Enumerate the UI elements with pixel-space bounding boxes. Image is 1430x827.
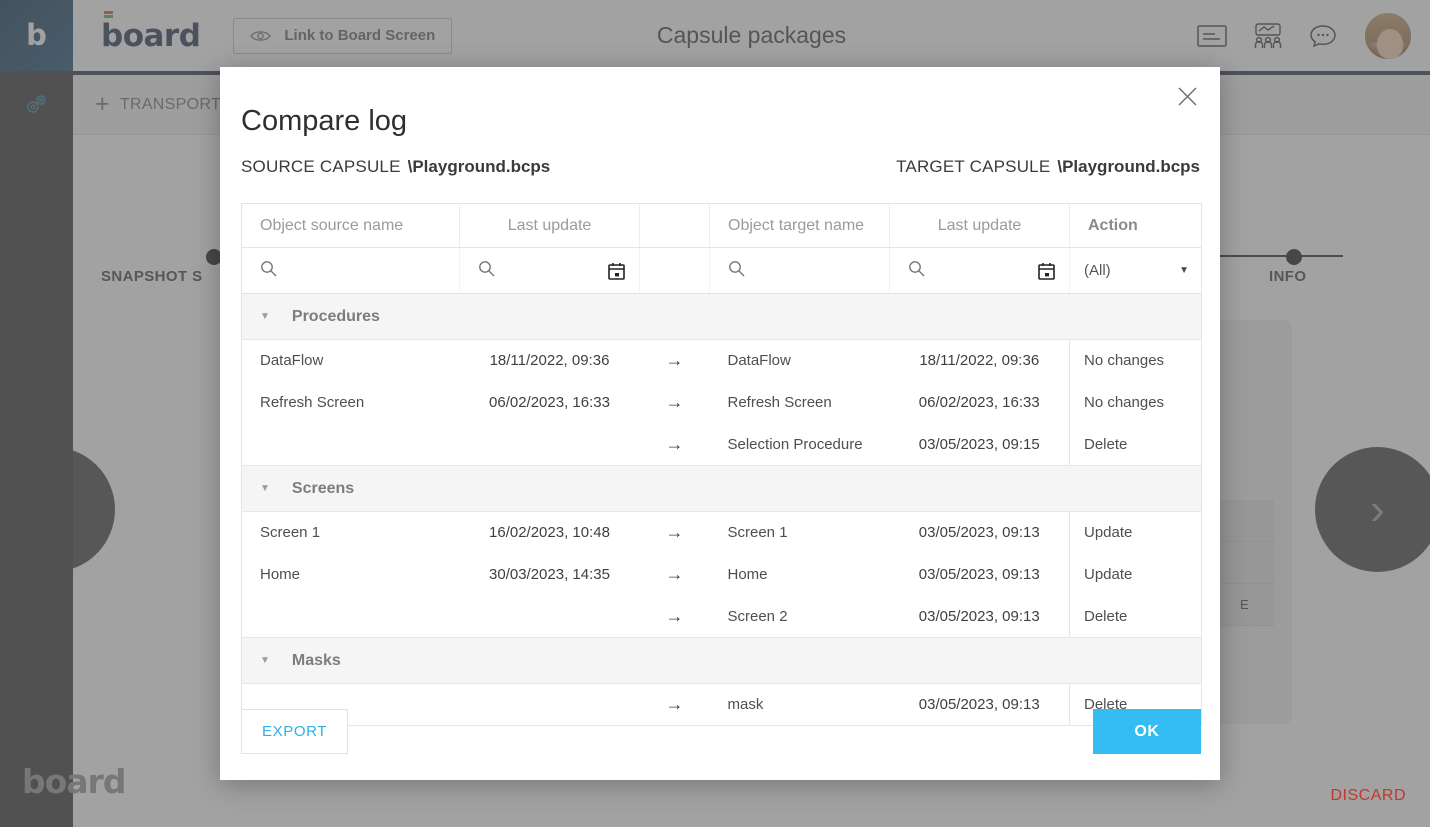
cell-source-date: 16/02/2023, 10:48 bbox=[459, 511, 640, 554]
cell-source-date bbox=[459, 423, 640, 466]
action-filter-value: (All) bbox=[1084, 262, 1111, 279]
action-filter-select[interactable]: (All) ▼ bbox=[1084, 262, 1201, 279]
column-header-source-last-update[interactable]: Last update bbox=[459, 203, 640, 248]
target-capsule: TARGET CAPSULE \Playground.bcps bbox=[896, 157, 1200, 177]
search-icon bbox=[728, 260, 745, 277]
group-header-cell: ▼ Procedures bbox=[241, 293, 1202, 340]
filter-target-date[interactable] bbox=[889, 247, 1070, 294]
filter-arrow-spacer bbox=[639, 247, 710, 294]
cell-target-date: 03/05/2023, 09:13 bbox=[889, 511, 1070, 554]
table-body: ▼ Procedures DataFlow 18/11/2022, 09:36 → Dat… bbox=[241, 293, 1202, 726]
cell-action: No changes bbox=[1069, 339, 1202, 382]
group-name: Screens bbox=[291, 479, 355, 497]
cell-target-date: 18/11/2022, 09:36 bbox=[889, 339, 1070, 382]
search-icon bbox=[260, 260, 277, 277]
filter-action[interactable]: (All) ▼ bbox=[1069, 247, 1202, 294]
target-capsule-label: TARGET CAPSULE bbox=[896, 157, 1051, 176]
dialog-title: Compare log bbox=[241, 105, 408, 137]
filter-target-name[interactable] bbox=[709, 247, 890, 294]
cell-action: Update bbox=[1069, 553, 1202, 596]
cell-source-name: DataFlow bbox=[241, 339, 460, 382]
cell-source-name: Home bbox=[241, 553, 460, 596]
compare-log-table: Object source name Last update Object ta… bbox=[241, 203, 1202, 726]
calendar-icon[interactable] bbox=[608, 262, 625, 280]
table-row[interactable]: → Selection Procedure 03/05/2023, 09:15 Del… bbox=[241, 423, 1202, 466]
cell-source-date: 18/11/2022, 09:36 bbox=[459, 339, 640, 382]
cell-target-name: Selection Procedure bbox=[709, 423, 890, 466]
close-icon[interactable] bbox=[1170, 79, 1204, 113]
ok-button[interactable]: OK bbox=[1093, 709, 1201, 754]
table-filter-row: (All) ▼ bbox=[241, 247, 1202, 294]
cell-target-date: 03/05/2023, 09:15 bbox=[889, 423, 1070, 466]
chevron-down-icon[interactable]: ▼ bbox=[260, 655, 270, 666]
cell-arrow: → bbox=[639, 553, 710, 596]
cell-target-date: 03/05/2023, 09:13 bbox=[889, 595, 1070, 638]
cell-action: Delete bbox=[1069, 595, 1202, 638]
dialog-footer: EXPORT OK bbox=[241, 709, 1201, 754]
cell-arrow: → bbox=[639, 339, 710, 382]
filter-source-name[interactable] bbox=[241, 247, 460, 294]
cell-action: Delete bbox=[1069, 423, 1202, 466]
cell-source-date: 30/03/2023, 14:35 bbox=[459, 553, 640, 596]
search-icon bbox=[478, 260, 495, 277]
chevron-down-icon[interactable]: ▼ bbox=[260, 311, 270, 322]
calendar-icon[interactable] bbox=[1038, 262, 1055, 280]
target-capsule-value: \Playground.bcps bbox=[1057, 157, 1200, 176]
cell-target-name: Screen 1 bbox=[709, 511, 890, 554]
table-row[interactable]: Home 30/03/2023, 14:35 → Home 03/05/2023, 09… bbox=[241, 553, 1202, 596]
table-row[interactable]: Refresh Screen 06/02/2023, 16:33 → Refresh … bbox=[241, 381, 1202, 424]
cell-source-name: Refresh Screen bbox=[241, 381, 460, 424]
capsule-paths-row: SOURCE CAPSULE \Playground.bcps TARGET CA… bbox=[241, 157, 1200, 177]
cell-source-name bbox=[241, 423, 460, 466]
source-capsule-label: SOURCE CAPSULE bbox=[241, 157, 401, 176]
group-header-row[interactable]: ▼ Procedures bbox=[241, 293, 1202, 340]
column-header-target-last-update[interactable]: Last update bbox=[889, 203, 1070, 248]
cell-arrow: → bbox=[639, 423, 710, 466]
export-button[interactable]: EXPORT bbox=[241, 709, 349, 754]
cell-target-name: DataFlow bbox=[709, 339, 890, 382]
chevron-down-icon[interactable]: ▼ bbox=[260, 483, 270, 494]
search-icon bbox=[908, 260, 925, 277]
column-header-object-source-name[interactable]: Object source name bbox=[241, 203, 460, 248]
source-capsule: SOURCE CAPSULE \Playground.bcps bbox=[241, 157, 550, 177]
cell-target-name: Home bbox=[709, 553, 890, 596]
group-header-cell: ▼ Masks bbox=[241, 637, 1202, 684]
cell-target-name: Refresh Screen bbox=[709, 381, 890, 424]
group-header-cell: ▼ Screens bbox=[241, 465, 1202, 512]
cell-arrow: → bbox=[639, 511, 710, 554]
cell-source-name bbox=[241, 595, 460, 638]
compare-log-dialog: Compare log SOURCE CAPSULE \Playground.bc… bbox=[220, 67, 1220, 780]
group-header-row[interactable]: ▼ Masks bbox=[241, 637, 1202, 684]
cell-arrow: → bbox=[639, 381, 710, 424]
cell-target-date: 03/05/2023, 09:13 bbox=[889, 553, 1070, 596]
cell-source-name: Screen 1 bbox=[241, 511, 460, 554]
cell-arrow: → bbox=[639, 595, 710, 638]
source-capsule-value: \Playground.bcps bbox=[407, 157, 551, 176]
table-row[interactable]: DataFlow 18/11/2022, 09:36 → DataFlow 18/11/… bbox=[241, 339, 1202, 382]
column-header-object-target-name[interactable]: Object target name bbox=[709, 203, 890, 248]
column-header-arrow bbox=[639, 203, 710, 248]
table-header-row: Object source name Last update Object ta… bbox=[241, 203, 1202, 248]
cell-target-date: 06/02/2023, 16:33 bbox=[889, 381, 1070, 424]
cell-source-date: 06/02/2023, 16:33 bbox=[459, 381, 640, 424]
table-row[interactable]: Screen 1 16/02/2023, 10:48 → Screen 1 03/05/… bbox=[241, 511, 1202, 554]
discard-button[interactable]: DISCARD bbox=[1330, 787, 1406, 805]
cell-action: No changes bbox=[1069, 381, 1202, 424]
chevron-down-icon: ▼ bbox=[1179, 265, 1189, 276]
table-row[interactable]: → Screen 2 03/05/2023, 09:13 Delete bbox=[241, 595, 1202, 638]
cell-source-date bbox=[459, 595, 640, 638]
group-name: Procedures bbox=[291, 307, 380, 325]
cell-action: Update bbox=[1069, 511, 1202, 554]
group-name: Masks bbox=[291, 651, 341, 669]
column-header-action[interactable]: Action bbox=[1069, 203, 1202, 248]
group-header-row[interactable]: ▼ Screens bbox=[241, 465, 1202, 512]
filter-source-date[interactable] bbox=[459, 247, 640, 294]
cell-target-name: Screen 2 bbox=[709, 595, 890, 638]
